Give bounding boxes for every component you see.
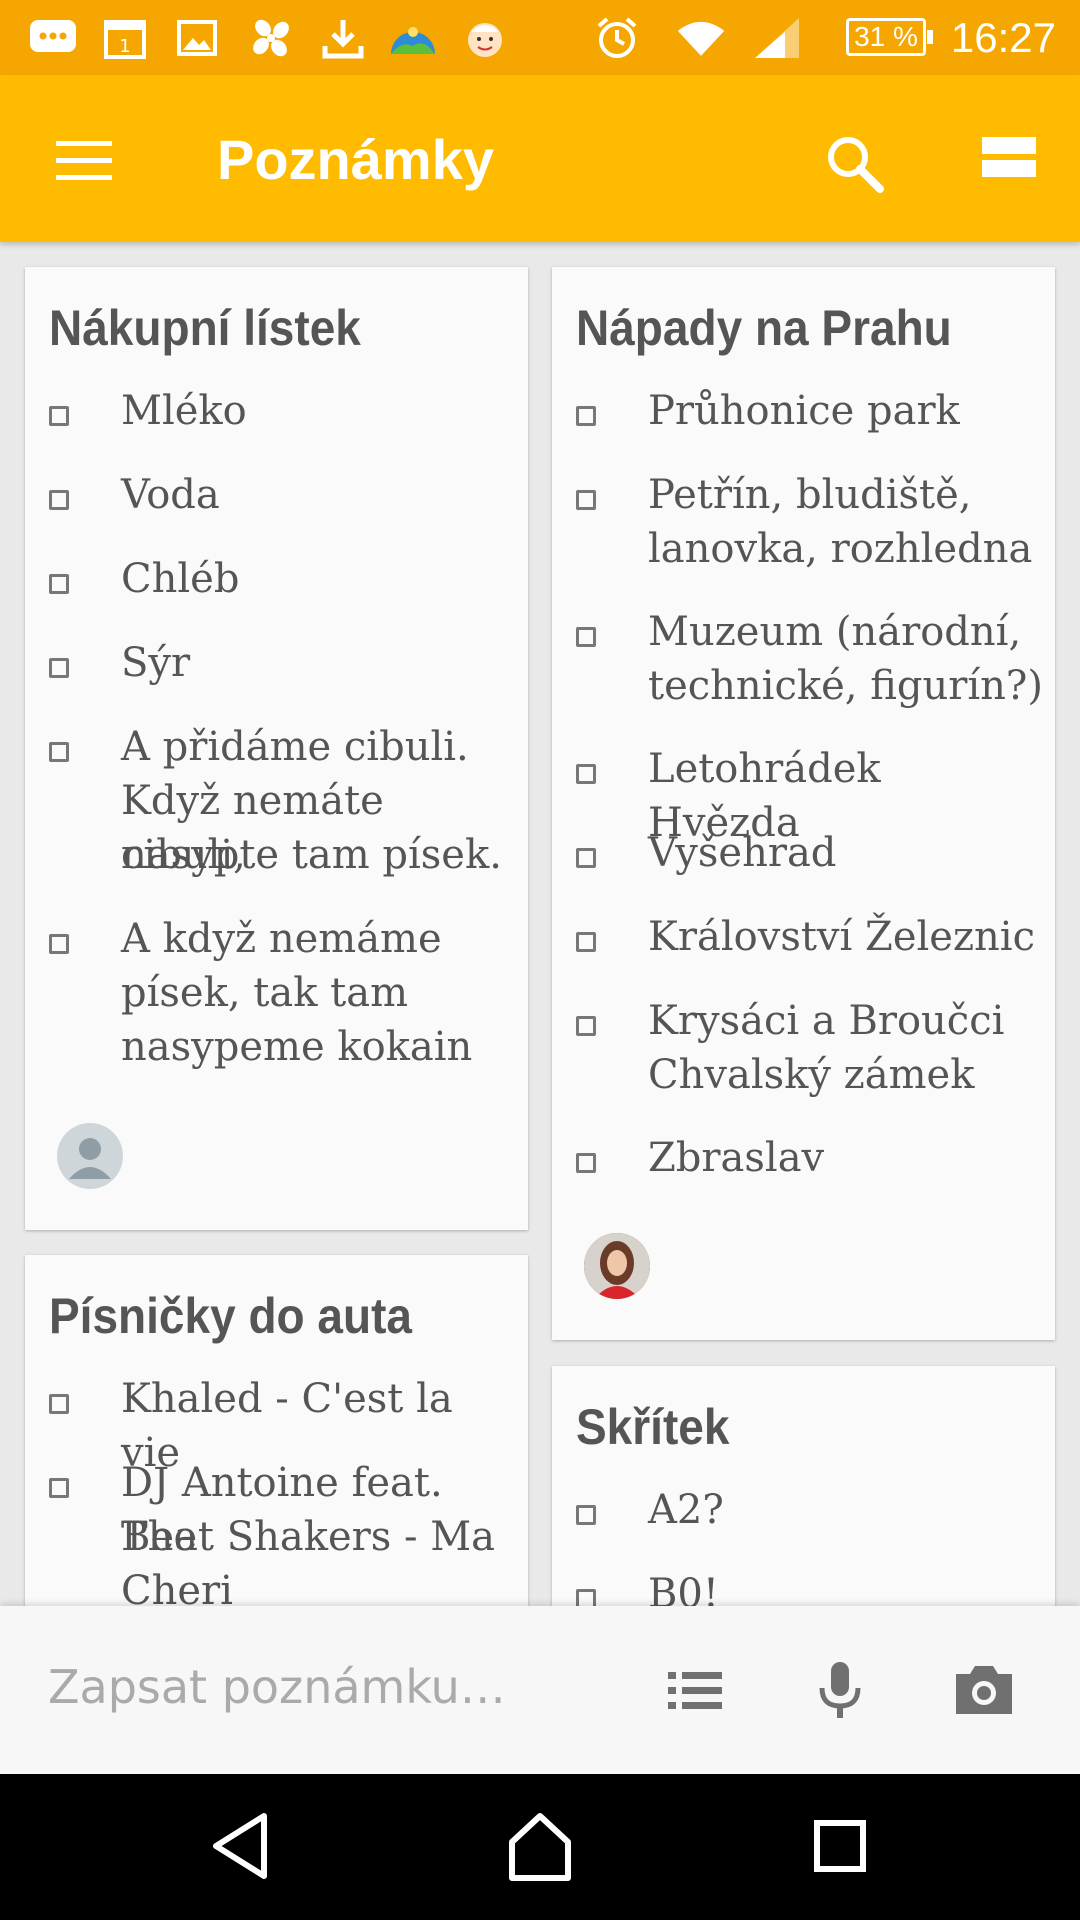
take-note-input[interactable]: Zapsat poznámku… (48, 1660, 506, 1714)
item-text: Sýr (121, 640, 191, 686)
wifi-icon (676, 16, 726, 60)
checkbox[interactable] (576, 1505, 596, 1525)
navigation-bar (0, 1774, 1080, 1920)
status-bar: 1 31 % 16:27 (0, 0, 1080, 75)
checkbox[interactable] (576, 1153, 596, 1173)
item-text-line-2: písek, tak tam (121, 970, 408, 1016)
item-text: Voda (121, 472, 220, 518)
item-text: Průhonice park (648, 388, 960, 434)
clock: 16:27 (950, 14, 1056, 61)
note-title: Skřítek (576, 1399, 730, 1455)
gallery-icon (172, 16, 222, 60)
checkbox[interactable] (576, 764, 596, 784)
item-text: A2? (648, 1487, 724, 1533)
svg-text:1: 1 (119, 36, 130, 57)
checkbox[interactable] (576, 932, 596, 952)
battery-indicator: 31 % (846, 18, 933, 56)
note-card[interactable]: Nápady na Prahu Průhonice park Petřín, b… (552, 267, 1055, 1340)
home-icon[interactable] (500, 1806, 580, 1886)
collaborator-avatar[interactable] (57, 1123, 123, 1189)
menu-icon[interactable] (56, 141, 112, 181)
camera-icon[interactable] (952, 1658, 1016, 1722)
checkbox[interactable] (576, 848, 596, 868)
item-text: Mléko (121, 388, 247, 434)
checkbox[interactable] (49, 1394, 69, 1414)
item-text: A když nemáme (121, 916, 442, 962)
checkbox[interactable] (49, 574, 69, 594)
signal-icon (752, 16, 802, 60)
item-text: Vyšehrad (648, 830, 837, 876)
checkbox[interactable] (49, 658, 69, 678)
item-text-line-3: nasypte tam písek. (121, 832, 502, 878)
take-note-bar: Zapsat poznámku… (0, 1606, 1080, 1774)
item-text-line-2: lanovka, rozhledna (648, 526, 1033, 572)
pinwheel-icon (246, 16, 296, 60)
search-icon[interactable] (822, 131, 886, 195)
kid-app-icon (460, 16, 510, 60)
note-title: Nákupní lístek (49, 300, 361, 356)
item-text: Krysáci a Broučci (648, 998, 1005, 1044)
new-list-icon[interactable] (664, 1658, 728, 1722)
item-text: A přidáme cibuli. (121, 724, 469, 770)
recent-apps-icon[interactable] (800, 1806, 880, 1886)
checkbox[interactable] (49, 742, 69, 762)
item-text: Zbraslav (648, 1135, 825, 1181)
page-title: Poznámky (217, 128, 494, 191)
landscape-app-icon (388, 16, 438, 60)
checkbox[interactable] (49, 934, 69, 954)
checkbox[interactable] (49, 490, 69, 510)
item-text-line-2: Chvalský zámek (648, 1052, 975, 1098)
item-text-line-3: nasypeme kokain (121, 1024, 473, 1070)
note-card[interactable]: Nákupní lístek Mléko Voda Chléb Sýr A př… (25, 267, 528, 1230)
item-text-line-2: Beat Shakers - Ma (121, 1514, 496, 1560)
collaborator-avatar[interactable] (584, 1233, 650, 1299)
checkbox[interactable] (576, 490, 596, 510)
messages-icon (28, 16, 78, 60)
item-text: Muzeum (národní, (648, 609, 1022, 655)
item-text-line-2: technické, figurín?) (648, 663, 1043, 709)
list-view-toggle-icon[interactable] (982, 137, 1036, 181)
app-bar: Poznámky (0, 75, 1080, 242)
download-icon (318, 16, 368, 60)
back-icon[interactable] (202, 1806, 282, 1886)
item-text: Petřín, bludiště, (648, 472, 972, 518)
note-title: Nápady na Prahu (576, 300, 952, 356)
alarm-icon (592, 16, 642, 60)
microphone-icon[interactable] (808, 1658, 872, 1722)
checkbox[interactable] (576, 406, 596, 426)
calendar-icon: 1 (100, 16, 150, 60)
item-text: Chléb (121, 556, 240, 602)
checkbox[interactable] (576, 1016, 596, 1036)
note-title: Písničky do auta (49, 1288, 413, 1344)
checkbox[interactable] (576, 627, 596, 647)
item-text: Království Železnic (648, 914, 1035, 960)
checkbox[interactable] (49, 1478, 69, 1498)
checkbox[interactable] (49, 406, 69, 426)
